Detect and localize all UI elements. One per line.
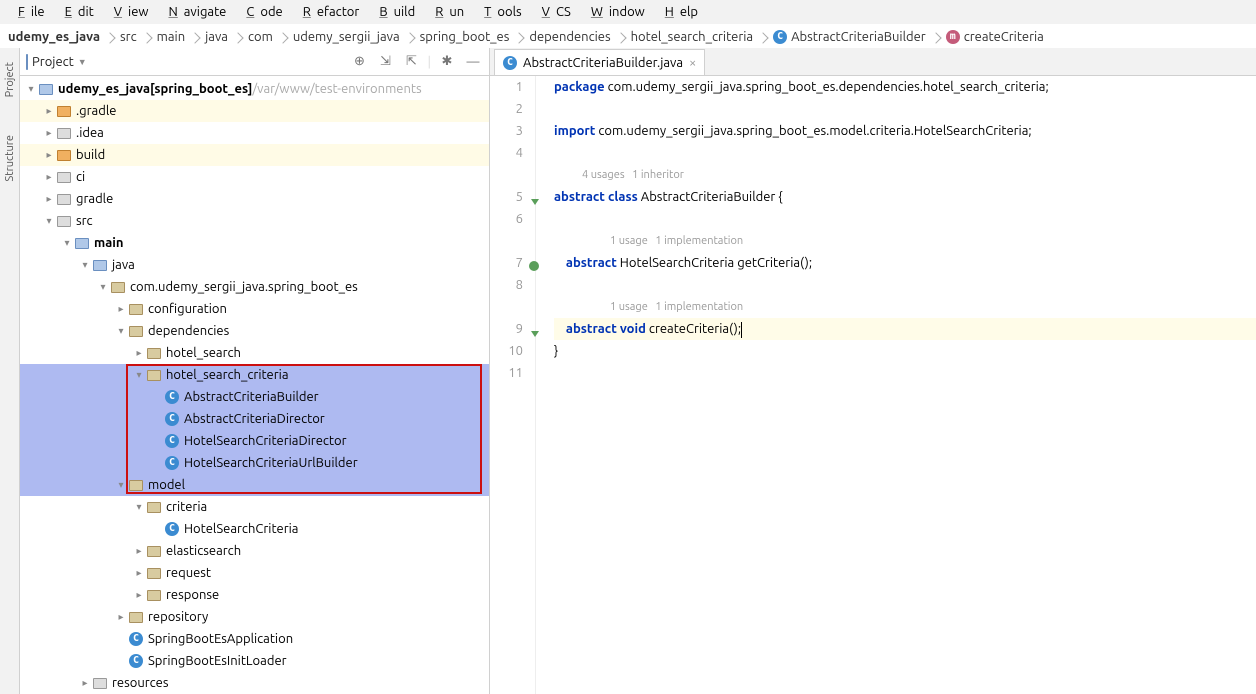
menu-code[interactable]: Code [234, 4, 288, 20]
left-toolwindow-bar: Project Structure [0, 48, 20, 694]
tree-item-elasticsearch[interactable]: ▸elasticsearch [20, 540, 489, 562]
tree-item-hotelsearchcriteriadirector[interactable]: ·CHotelSearchCriteriaDirector [20, 430, 489, 452]
tree-item-build[interactable]: ▸build [20, 144, 489, 166]
tree-item-hotelsearchcriteriaurlbuilder[interactable]: ·CHotelSearchCriteriaUrlBuilder [20, 452, 489, 474]
tree-item--gradle[interactable]: ▸.gradle [20, 100, 489, 122]
tree-item-hotel-search[interactable]: ▸hotel_search [20, 342, 489, 364]
menu-help[interactable]: Help [653, 4, 704, 20]
project-tree[interactable]: ▾udemy_es_java [spring_boot_es] /var/www… [20, 76, 489, 694]
class-icon: C [503, 56, 517, 70]
breadcrumb-createcriteria[interactable]: m createCriteria [944, 30, 1046, 44]
breadcrumb-spring_boot_es[interactable]: spring_boot_es [418, 30, 512, 44]
menu-edit[interactable]: Edit [53, 4, 100, 20]
code[interactable]: package com.udemy_sergii_java.spring_boo… [536, 76, 1256, 694]
breadcrumb-dependencies[interactable]: dependencies [527, 30, 612, 44]
code-area[interactable]: 1234 56 78 91011 package com.udemy_sergi… [490, 76, 1256, 694]
expand-all-icon[interactable]: ⇲ [376, 52, 396, 72]
tree-item-hotel-search-criteria[interactable]: ▾hotel_search_criteria [20, 364, 489, 386]
tree-item-response[interactable]: ▸response [20, 584, 489, 606]
menu-vcs[interactable]: VCS [530, 4, 577, 20]
breadcrumb-hotel_search_criteria[interactable]: hotel_search_criteria [629, 30, 756, 44]
menu-window[interactable]: Window [579, 4, 651, 20]
tree-item-resources[interactable]: ▸resources [20, 672, 489, 694]
tree-item-ci[interactable]: ▸ci [20, 166, 489, 188]
tree-item-com-udemy-sergii-java-spring-boot-es[interactable]: ▾com.udemy_sergii_java.spring_boot_es [20, 276, 489, 298]
tree-item-model[interactable]: ▾model [20, 474, 489, 496]
close-tab-icon[interactable]: × [689, 56, 696, 70]
breadcrumb-com[interactable]: com [246, 30, 275, 44]
breadcrumb-udemy_sergii_java[interactable]: udemy_sergii_java [291, 30, 402, 44]
menu-navigate[interactable]: Navigate [156, 4, 232, 20]
project-panel-title[interactable]: Project ▼ [26, 55, 87, 69]
structure-tool-tab[interactable]: Structure [4, 131, 16, 186]
breadcrumb-main[interactable]: main [155, 30, 187, 44]
tree-root[interactable]: ▾udemy_es_java [spring_boot_es] /var/www… [20, 78, 489, 100]
project-panel: Project ▼ ⊕ ⇲ ⇱ | ✱ — ▾udemy_es_java [sp… [20, 48, 490, 694]
hide-icon[interactable]: — [463, 52, 483, 72]
tree-item-hotelsearchcriteria[interactable]: ·CHotelSearchCriteria [20, 518, 489, 540]
breadcrumb-abstractcriteriabuilder[interactable]: C AbstractCriteriaBuilder [771, 30, 928, 44]
menu-refactor[interactable]: Refactor [291, 4, 366, 20]
tree-item-configuration[interactable]: ▸configuration [20, 298, 489, 320]
menu-view[interactable]: View [102, 4, 155, 20]
tree-item-springbootesapplication[interactable]: ·CSpringBootEsApplication [20, 628, 489, 650]
menu-build[interactable]: Build [367, 4, 421, 20]
editor-tabbar: C AbstractCriteriaBuilder.java × [490, 48, 1256, 76]
editor: C AbstractCriteriaBuilder.java × 1234 56… [490, 48, 1256, 694]
project-tool-tab[interactable]: Project [4, 58, 16, 101]
tree-item-abstractcriteriabuilder[interactable]: ·CAbstractCriteriaBuilder [20, 386, 489, 408]
tree-item--idea[interactable]: ▸.idea [20, 122, 489, 144]
project-panel-header: Project ▼ ⊕ ⇲ ⇱ | ✱ — [20, 48, 489, 76]
menu-run[interactable]: Run [423, 4, 470, 20]
collapse-all-icon[interactable]: ⇱ [402, 52, 422, 72]
tree-item-request[interactable]: ▸request [20, 562, 489, 584]
locate-icon[interactable]: ⊕ [350, 52, 370, 72]
breadcrumb-java[interactable]: java [203, 30, 230, 44]
tree-item-dependencies[interactable]: ▾dependencies [20, 320, 489, 342]
gutter[interactable]: 1234 56 78 91011 [490, 76, 536, 694]
breadcrumb-udemy_es_java[interactable]: udemy_es_java [6, 30, 102, 44]
tree-item-repository[interactable]: ▸repository [20, 606, 489, 628]
tree-item-gradle[interactable]: ▸gradle [20, 188, 489, 210]
breadcrumbs: udemy_es_java src main java com udemy_sergii_… [0, 24, 1256, 48]
menubar: FileEditViewNavigateCodeRefactorBuildRun… [0, 0, 1256, 24]
tree-item-main[interactable]: ▾main [20, 232, 489, 254]
tree-item-criteria[interactable]: ▾criteria [20, 496, 489, 518]
tree-item-src[interactable]: ▾src [20, 210, 489, 232]
tree-item-java[interactable]: ▾java [20, 254, 489, 276]
breadcrumb-src[interactable]: src [118, 30, 139, 44]
settings-icon[interactable]: ✱ [437, 52, 457, 72]
tree-item-abstractcriteriadirector[interactable]: ·CAbstractCriteriaDirector [20, 408, 489, 430]
menu-tools[interactable]: Tools [472, 4, 528, 20]
menu-file[interactable]: File [6, 4, 51, 20]
editor-tab[interactable]: C AbstractCriteriaBuilder.java × [494, 49, 705, 75]
tree-item-springbootesinitloader[interactable]: ·CSpringBootEsInitLoader [20, 650, 489, 672]
